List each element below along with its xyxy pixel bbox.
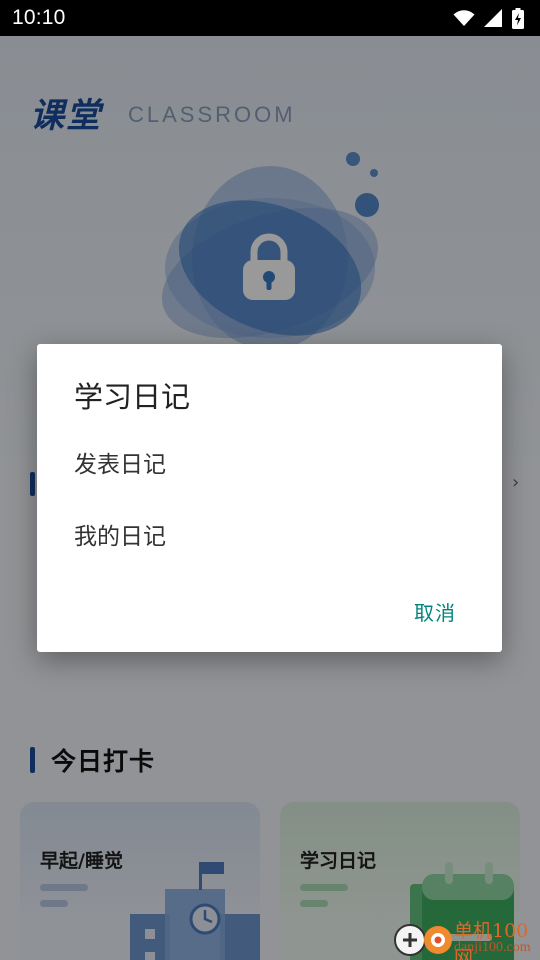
dialog-item-my-diary[interactable]: 我的日记 (74, 517, 166, 551)
dialog-item-post-diary[interactable]: 发表日记 (74, 445, 166, 479)
status-icons (453, 7, 524, 29)
signal-icon (484, 9, 503, 27)
cancel-button[interactable]: 取消 (414, 597, 456, 626)
battery-charging-icon (512, 7, 524, 29)
wifi-icon (453, 9, 475, 27)
watermark-url: danji100.com (454, 940, 531, 955)
watermark-logo: 单机100网 danji100.com (390, 912, 540, 960)
study-diary-dialog: 学习日记 发表日记 我的日记 取消 (37, 344, 502, 652)
dialog-title: 学习日记 (74, 380, 191, 414)
status-time: 10:10 (12, 6, 66, 29)
status-bar: 10:10 (0, 0, 540, 36)
